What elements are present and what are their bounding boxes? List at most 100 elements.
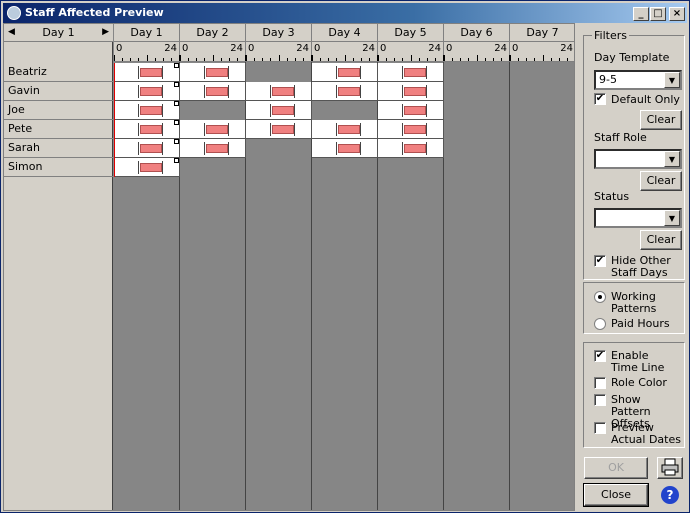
tick-end-label: 24 bbox=[164, 43, 177, 54]
shift-cell[interactable] bbox=[114, 63, 180, 82]
day-template-select[interactable]: 9-5 ▼ bbox=[594, 70, 682, 90]
shift-bar[interactable] bbox=[404, 106, 426, 115]
shift-cell[interactable] bbox=[378, 139, 444, 158]
shift-cell[interactable] bbox=[246, 120, 312, 139]
tick-mark bbox=[130, 58, 131, 61]
day-header[interactable]: Day 7 bbox=[510, 24, 574, 42]
shift-bar[interactable] bbox=[140, 87, 162, 96]
shift-bar[interactable] bbox=[272, 87, 294, 96]
shift-cell[interactable] bbox=[180, 139, 246, 158]
tick-mark bbox=[303, 58, 304, 61]
day-header[interactable]: Day 4 bbox=[312, 24, 378, 42]
shift-bar[interactable] bbox=[404, 144, 426, 153]
day-header[interactable]: Day 2 bbox=[180, 24, 246, 42]
chevron-down-icon[interactable]: ▼ bbox=[664, 151, 680, 167]
shift-bar[interactable] bbox=[404, 87, 426, 96]
tick-mark bbox=[468, 58, 469, 61]
staff-name[interactable]: Gavin bbox=[4, 82, 113, 101]
shift-cell[interactable] bbox=[378, 101, 444, 120]
triangle-right-icon[interactable]: ▶ bbox=[102, 27, 109, 37]
shift-bar[interactable] bbox=[140, 125, 162, 134]
shift-bar[interactable] bbox=[338, 144, 360, 153]
time-scale: 0 24 bbox=[246, 42, 312, 62]
staff-name[interactable]: Pete bbox=[4, 120, 113, 139]
shift-cell[interactable] bbox=[114, 82, 180, 101]
tick-mark bbox=[171, 58, 172, 61]
shift-bar[interactable] bbox=[272, 125, 294, 134]
shift-cell[interactable] bbox=[312, 82, 378, 101]
title-bar[interactable]: Staff Affected Preview _ □ × bbox=[3, 3, 687, 23]
shift-bar[interactable] bbox=[206, 144, 228, 153]
shift-bar[interactable] bbox=[338, 125, 360, 134]
shift-cell[interactable] bbox=[246, 101, 312, 120]
close-button[interactable]: Close bbox=[583, 483, 649, 507]
status-select[interactable]: ▼ bbox=[594, 208, 682, 228]
tick-mark bbox=[138, 58, 139, 61]
ok-button[interactable]: OK bbox=[584, 457, 648, 479]
shift-bar[interactable] bbox=[206, 87, 228, 96]
enable-time-line-checkbox[interactable]: ✔ bbox=[594, 350, 606, 362]
shift-bar[interactable] bbox=[404, 68, 426, 77]
shift-cell[interactable] bbox=[180, 63, 246, 82]
day-header[interactable]: Day 1 bbox=[114, 24, 180, 42]
paid-hours-radio[interactable] bbox=[594, 318, 606, 330]
shift-cell[interactable] bbox=[312, 120, 378, 139]
shift-bar[interactable] bbox=[140, 144, 162, 153]
staff-role-select[interactable]: ▼ bbox=[594, 149, 682, 169]
shift-cell[interactable] bbox=[378, 120, 444, 139]
shift-cell[interactable] bbox=[114, 158, 180, 177]
close-window-button[interactable]: × bbox=[669, 7, 685, 21]
chevron-down-icon[interactable]: ▼ bbox=[664, 210, 680, 226]
staff-name[interactable]: Sarah bbox=[4, 139, 113, 158]
shift-cell[interactable] bbox=[114, 139, 180, 158]
show-pattern-offsets-checkbox[interactable] bbox=[594, 394, 606, 406]
print-button[interactable] bbox=[657, 457, 683, 479]
working-patterns-radio[interactable] bbox=[594, 291, 606, 303]
clear-day-template-button[interactable]: Clear bbox=[640, 110, 682, 130]
shift-bar[interactable] bbox=[272, 106, 294, 115]
shift-bar[interactable] bbox=[140, 163, 162, 172]
shift-marker bbox=[138, 142, 139, 155]
help-icon[interactable]: ? bbox=[661, 486, 679, 504]
triangle-left-icon[interactable]: ◀ bbox=[8, 27, 15, 37]
shift-bar[interactable] bbox=[206, 68, 228, 77]
staff-name[interactable]: Simon bbox=[4, 158, 113, 177]
shift-cell[interactable] bbox=[180, 120, 246, 139]
shift-cell[interactable] bbox=[114, 101, 180, 120]
shift-cell[interactable] bbox=[180, 82, 246, 101]
staff-name[interactable]: Beatriz bbox=[4, 63, 113, 82]
shift-bar[interactable] bbox=[404, 125, 426, 134]
shift-cell[interactable] bbox=[312, 63, 378, 82]
shift-bar[interactable] bbox=[140, 106, 162, 115]
role-color-checkbox[interactable] bbox=[594, 377, 606, 389]
shift-cell[interactable] bbox=[312, 139, 378, 158]
default-only-checkbox[interactable]: ✔ bbox=[594, 93, 606, 105]
hide-other-staff-days-checkbox[interactable]: ✔ bbox=[594, 255, 606, 267]
staff-name[interactable]: Joe bbox=[4, 101, 113, 120]
day-header[interactable]: Day 5 bbox=[378, 24, 444, 42]
day-header[interactable]: Day 6 bbox=[444, 24, 510, 42]
shift-marker bbox=[162, 66, 163, 79]
shift-cell[interactable] bbox=[246, 82, 312, 101]
shift-marker bbox=[138, 85, 139, 98]
preview-actual-dates-checkbox[interactable] bbox=[594, 422, 606, 434]
shift-bar[interactable] bbox=[206, 125, 228, 134]
clear-staff-role-button[interactable]: Clear bbox=[640, 171, 682, 191]
shift-cell[interactable] bbox=[378, 63, 444, 82]
shift-marker bbox=[426, 142, 427, 155]
shift-marker bbox=[336, 142, 337, 155]
clear-status-button[interactable]: Clear bbox=[640, 230, 682, 250]
pattern-offset-marker bbox=[174, 82, 179, 87]
shift-bar[interactable] bbox=[140, 68, 162, 77]
shift-bar[interactable] bbox=[338, 87, 360, 96]
minimize-button[interactable]: _ bbox=[633, 7, 649, 21]
day-header[interactable]: Day 3 bbox=[246, 24, 312, 42]
tick-mark bbox=[444, 55, 445, 61]
shift-cell[interactable] bbox=[378, 82, 444, 101]
chevron-down-icon[interactable]: ▼ bbox=[664, 72, 680, 88]
tick-mark bbox=[147, 55, 148, 61]
shift-marker bbox=[402, 104, 403, 117]
shift-cell[interactable] bbox=[114, 120, 180, 139]
maximize-button[interactable]: □ bbox=[650, 7, 666, 21]
shift-bar[interactable] bbox=[338, 68, 360, 77]
